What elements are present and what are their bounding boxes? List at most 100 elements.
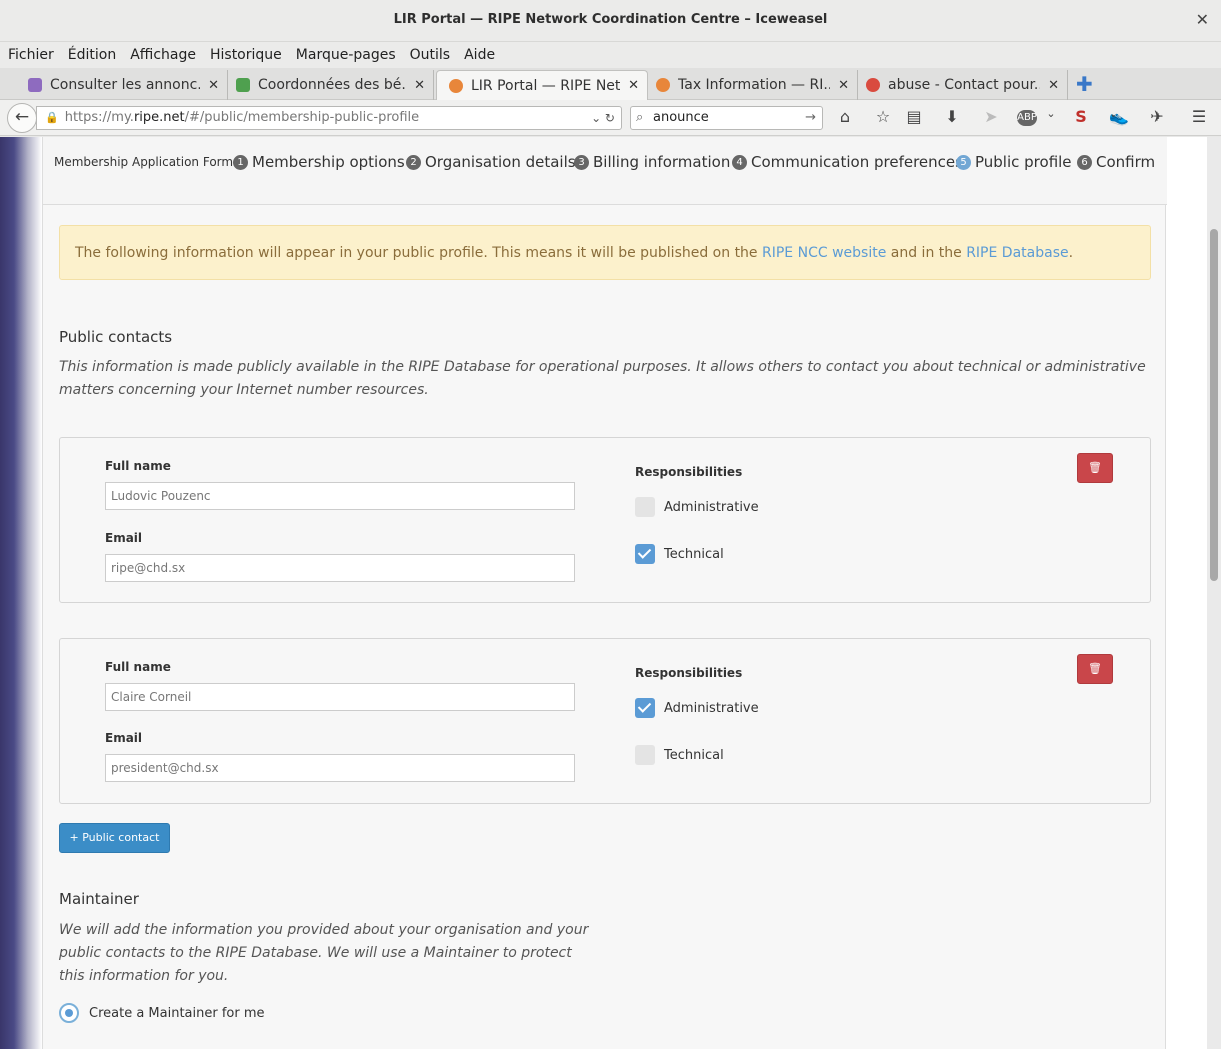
technical-checkbox[interactable] bbox=[635, 745, 655, 765]
adblock-icon[interactable]: ABP bbox=[1017, 110, 1037, 126]
email-input[interactable]: ripe@chd.sx bbox=[105, 554, 575, 582]
step-label: Billing information bbox=[593, 153, 731, 171]
alert-text: . bbox=[1068, 245, 1074, 261]
home-icon[interactable]: ⌂ bbox=[834, 107, 856, 126]
email-label: Email bbox=[105, 731, 143, 745]
tab-label: Coordonnées des bé... bbox=[258, 77, 407, 93]
step-number: 5 bbox=[956, 154, 971, 170]
search-icon: ⌕ bbox=[636, 110, 644, 125]
technical-checkbox-row[interactable]: Technical bbox=[635, 544, 724, 564]
search-value: anounce bbox=[653, 110, 709, 125]
extension-plane-icon[interactable]: ✈ bbox=[1146, 107, 1168, 126]
send-icon[interactable]: ➤ bbox=[980, 107, 1002, 126]
step-confirm[interactable]: 6 Confirm bbox=[1077, 153, 1155, 171]
tab-label: Consulter les annonc... bbox=[50, 77, 201, 93]
full-name-label: Full name bbox=[105, 459, 171, 473]
step-organisation-details[interactable]: 2 Organisation details bbox=[406, 153, 576, 171]
back-button[interactable]: ← bbox=[7, 103, 37, 133]
create-maintainer-label: Create a Maintainer for me bbox=[89, 1005, 265, 1021]
bookmarks-list-icon[interactable]: ▤ bbox=[903, 107, 925, 126]
email-input[interactable]: president@chd.sx bbox=[105, 754, 575, 782]
menu-edition[interactable]: Édition bbox=[68, 47, 116, 63]
url-dropdown-reload-icons[interactable]: ⌄ ↻ bbox=[591, 107, 615, 129]
tab-consulter[interactable]: Consulter les annonc... ✕ bbox=[6, 70, 228, 100]
page-scrollbar[interactable] bbox=[1207, 137, 1221, 1049]
search-input[interactable]: ⌕ anounce → bbox=[630, 106, 823, 130]
create-maintainer-radio[interactable] bbox=[59, 1003, 79, 1023]
technical-checkbox[interactable] bbox=[635, 544, 655, 564]
ripe-ncc-website-link[interactable]: RIPE NCC website bbox=[762, 245, 886, 261]
description-line: We will add the information you provided… bbox=[59, 922, 589, 938]
scrollbar-thumb[interactable] bbox=[1210, 229, 1218, 581]
delete-contact-button[interactable]: 🗑 bbox=[1077, 654, 1113, 684]
membership-form-card: Membership Application Form 1 Membership … bbox=[42, 137, 1167, 1049]
add-public-contact-button[interactable]: + Public contact bbox=[59, 823, 170, 853]
technical-checkbox-row[interactable]: Technical bbox=[635, 745, 724, 765]
delete-contact-button[interactable]: 🗑 bbox=[1077, 453, 1113, 483]
download-icon[interactable]: ⬇ bbox=[941, 107, 963, 126]
ripe-database-link[interactable]: RIPE Database bbox=[966, 245, 1068, 261]
description-line: this information for you. bbox=[59, 968, 229, 984]
full-name-input[interactable]: Claire Corneil bbox=[105, 683, 575, 711]
search-go-icon[interactable]: → bbox=[805, 107, 816, 129]
navigation-bar: 🔒 https://my.ripe.net/#/public/membership… bbox=[0, 100, 1221, 136]
tab-tax-information[interactable]: Tax Information — RI... ✕ bbox=[648, 70, 858, 100]
adblock-dropdown-icon[interactable]: ⌄ bbox=[1040, 107, 1062, 120]
responsibilities-label: Responsibilities bbox=[635, 666, 743, 680]
administrative-checkbox[interactable] bbox=[635, 497, 655, 517]
step-membership-options[interactable]: 1 Membership options bbox=[233, 153, 405, 171]
new-tab-icon[interactable]: ✚ bbox=[1076, 72, 1093, 96]
step-billing-information[interactable]: 3 Billing information bbox=[574, 153, 730, 171]
step-number: 2 bbox=[406, 154, 421, 170]
tab-label: Tax Information — RI... bbox=[678, 77, 831, 93]
email-label: Email bbox=[105, 531, 143, 545]
url-path: /#/public/membership-public-profile bbox=[184, 110, 420, 125]
step-label: Organisation details bbox=[425, 153, 576, 171]
administrative-checkbox[interactable] bbox=[635, 698, 655, 718]
maintainer-title: Maintainer bbox=[59, 890, 139, 908]
menu-outils[interactable]: Outils bbox=[410, 47, 450, 63]
tab-coordonnees[interactable]: Coordonnées des bé... ✕ bbox=[228, 70, 434, 100]
tab-close-icon[interactable]: ✕ bbox=[1048, 78, 1059, 93]
administrative-checkbox-row[interactable]: Administrative bbox=[635, 497, 759, 517]
tab-close-icon[interactable]: ✕ bbox=[208, 78, 219, 93]
public-contact-card: Full name Claire Corneil Email president… bbox=[59, 638, 1151, 804]
form-title: Membership Application Form bbox=[54, 155, 234, 169]
menu-historique[interactable]: Historique bbox=[210, 47, 282, 63]
tab-lir-portal[interactable]: LIR Portal — RIPE Net... ✕ bbox=[436, 70, 648, 100]
url-bar[interactable]: 🔒 https://my.ripe.net/#/public/membership… bbox=[36, 106, 622, 130]
tab-abuse[interactable]: abuse - Contact pour... ✕ bbox=[858, 70, 1068, 100]
description-line: matters concerning your Internet number … bbox=[59, 382, 429, 398]
administrative-checkbox-row[interactable]: Administrative bbox=[635, 698, 759, 718]
public-profile-alert: The following information will appear in… bbox=[59, 225, 1151, 280]
tab-close-icon[interactable]: ✕ bbox=[628, 78, 639, 93]
menu-bar: Fichier Édition Affichage Historique Mar… bbox=[0, 42, 1221, 68]
create-maintainer-option[interactable]: Create a Maintainer for me bbox=[59, 1003, 265, 1023]
tab-favicon-icon bbox=[449, 78, 463, 93]
lock-icon: 🔒 bbox=[45, 111, 59, 124]
trash-icon: 🗑 bbox=[1088, 461, 1102, 474]
menu-aide[interactable]: Aide bbox=[464, 47, 495, 63]
menu-hamburger-icon[interactable]: ☰ bbox=[1188, 107, 1210, 126]
step-public-profile[interactable]: 5 Public profile bbox=[956, 153, 1072, 171]
description-line: public contacts to the RIPE Database. We… bbox=[59, 945, 572, 961]
technical-label: Technical bbox=[664, 747, 724, 763]
window-title: LIR Portal — RIPE Network Coordination C… bbox=[393, 12, 828, 27]
public-contacts-description: This information is made publicly availa… bbox=[59, 356, 1146, 402]
step-communication-preferences[interactable]: 4 Communication preferences bbox=[732, 153, 963, 171]
full-name-input[interactable]: Ludovic Pouzenc bbox=[105, 482, 575, 510]
tab-favicon-icon bbox=[656, 78, 670, 92]
extension-shoe-icon[interactable]: 👟 bbox=[1108, 107, 1130, 126]
tab-close-icon[interactable]: ✕ bbox=[414, 78, 425, 93]
tab-close-icon[interactable]: ✕ bbox=[838, 78, 849, 93]
technical-label: Technical bbox=[664, 546, 724, 562]
bookmark-star-icon[interactable]: ☆ bbox=[872, 107, 894, 126]
step-label: Confirm bbox=[1096, 153, 1156, 171]
extension-s-icon[interactable]: S bbox=[1070, 107, 1092, 126]
menu-affichage[interactable]: Affichage bbox=[130, 47, 196, 63]
step-number: 6 bbox=[1077, 154, 1092, 170]
menu-fichier[interactable]: Fichier bbox=[8, 47, 54, 63]
window-close-icon[interactable]: ✕ bbox=[1196, 0, 1209, 40]
step-progress: Membership Application Form 1 Membership … bbox=[43, 137, 1167, 205]
menu-marque-pages[interactable]: Marque-pages bbox=[296, 47, 396, 63]
